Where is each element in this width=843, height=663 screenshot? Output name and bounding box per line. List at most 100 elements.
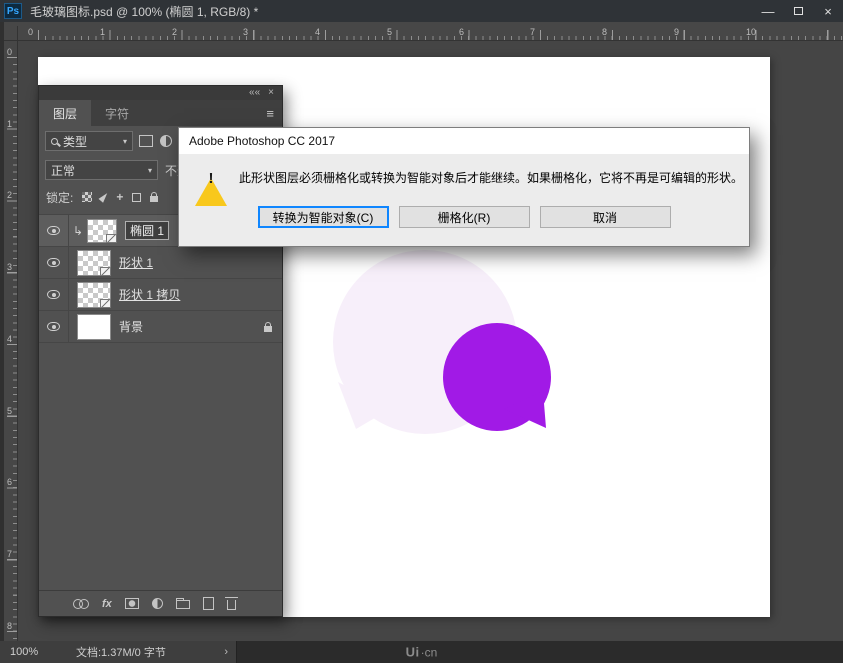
lock-transparent-pixels-icon[interactable] xyxy=(82,192,92,202)
lock-position-icon[interactable]: + xyxy=(116,192,123,202)
layer-thumbnail[interactable] xyxy=(77,282,111,308)
ruler-number: 4 xyxy=(7,334,12,344)
ruler-number: 0 xyxy=(7,47,12,57)
ruler-origin-box[interactable] xyxy=(4,26,18,41)
vertical-ruler[interactable]: 0 1 2 3 4 5 6 7 8 xyxy=(4,41,18,641)
ruler-number: 1 xyxy=(7,119,12,129)
new-group-icon[interactable] xyxy=(176,600,190,609)
close-button[interactable]: × xyxy=(813,0,843,22)
adjustment-layer-icon[interactable] xyxy=(152,598,163,609)
ruler-number: 0 xyxy=(28,27,33,37)
ruler-number: 5 xyxy=(387,27,392,37)
ruler-number: 7 xyxy=(7,549,12,559)
close-panel-icon[interactable]: × xyxy=(268,88,274,98)
delete-layer-icon[interactable] xyxy=(227,600,236,610)
layer-thumbnail[interactable] xyxy=(77,250,111,276)
ruler-number: 8 xyxy=(7,621,12,631)
dialog-body: ! 此形状图层必须栅格化或转换为智能对象后才能继续。如果栅格化，它将不再是可编辑… xyxy=(179,154,749,192)
cancel-button[interactable]: 取消 xyxy=(540,206,671,228)
new-layer-icon[interactable] xyxy=(203,597,214,610)
panel-bottom-bar: fx xyxy=(39,590,282,616)
ruler-number: 2 xyxy=(172,27,177,37)
document-size-info: 文档:1.37M/0 字节 xyxy=(76,644,166,660)
lock-image-pixels-icon[interactable] xyxy=(99,191,110,203)
minimize-button[interactable]: — xyxy=(753,0,783,22)
ruler-number: 9 xyxy=(674,27,679,37)
layer-name[interactable]: 形状 1 拷贝 xyxy=(119,286,180,303)
ruler-number: 7 xyxy=(530,27,535,37)
shape-layer-badge-icon xyxy=(100,267,111,276)
link-layers-icon[interactable] xyxy=(73,599,89,608)
layer-name[interactable]: 背景 xyxy=(119,318,143,335)
ruler-number: 2 xyxy=(7,190,12,200)
watermark-logo: Ui ·cn xyxy=(406,645,438,660)
collapse-panel-icon[interactable]: «« xyxy=(249,88,260,98)
lock-artboard-icon[interactable] xyxy=(132,193,141,202)
dialog-title-bar[interactable]: Adobe Photoshop CC 2017 xyxy=(179,128,749,154)
photoshop-window: Ps 毛玻璃图标.psd @ 100% (椭圆 1, RGB/8) * — × … xyxy=(0,0,843,663)
watermark-suffix: ·cn xyxy=(421,645,438,659)
rasterize-dialog: Adobe Photoshop CC 2017 ! 此形状图层必须栅格化或转换为… xyxy=(178,127,750,247)
search-icon xyxy=(51,138,58,145)
filter-type-dropdown[interactable]: 类型 ▾ xyxy=(45,131,133,151)
layer-row-shape-1[interactable]: 形状 1 xyxy=(39,247,282,279)
clipping-mask-arrow-icon: ↳ xyxy=(73,224,83,238)
ruler-number: 3 xyxy=(243,27,248,37)
layer-name[interactable]: 椭圆 1 xyxy=(125,221,169,240)
filter-adjustment-layers-icon[interactable] xyxy=(160,135,172,147)
visibility-cell[interactable] xyxy=(39,279,69,310)
dialog-buttons: 转换为智能对象(C) 栅格化(R) 取消 xyxy=(179,206,749,228)
ruler-number: 1 xyxy=(100,27,105,37)
layer-thumbnail[interactable] xyxy=(77,314,111,340)
title-bar[interactable]: Ps 毛玻璃图标.psd @ 100% (椭圆 1, RGB/8) * — × xyxy=(0,0,843,22)
blend-mode-dropdown[interactable]: 正常 ▾ xyxy=(45,160,158,180)
ruler-number: 10 xyxy=(746,27,756,37)
warning-icon: ! xyxy=(195,164,227,192)
window-controls: — × xyxy=(753,0,843,22)
visibility-cell[interactable] xyxy=(39,247,69,278)
eye-icon xyxy=(47,226,60,235)
status-chevron-icon[interactable]: › xyxy=(224,646,228,658)
ruler-ticks-major xyxy=(38,30,843,40)
tab-layers[interactable]: 图层 xyxy=(39,100,91,126)
layer-thumbnail[interactable] xyxy=(87,219,117,243)
ruler-number: 3 xyxy=(7,262,12,272)
warning-exclamation: ! xyxy=(195,170,227,187)
dialog-title: Adobe Photoshop CC 2017 xyxy=(189,134,335,148)
chevron-down-icon: ▾ xyxy=(123,137,127,146)
shape-layer-badge-icon xyxy=(106,234,117,243)
panel-menu-icon[interactable]: ≡ xyxy=(266,106,274,121)
ruler-number: 6 xyxy=(7,477,12,487)
status-bar: 100% 文档:1.37M/0 字节 › Ui ·cn xyxy=(0,641,843,663)
panel-top-bar: «« × xyxy=(39,86,282,100)
convert-to-smart-object-button[interactable]: 转换为智能对象(C) xyxy=(258,206,389,228)
ruler-number: 5 xyxy=(7,406,12,416)
add-layer-mask-icon[interactable] xyxy=(125,598,139,609)
filter-pixel-layers-icon[interactable] xyxy=(139,135,153,147)
layer-name[interactable]: 形状 1 xyxy=(119,254,153,271)
eye-icon xyxy=(47,258,60,267)
ruler-number: 4 xyxy=(315,27,320,37)
rasterize-button[interactable]: 栅格化(R) xyxy=(399,206,530,228)
background-lock-icon xyxy=(264,326,272,332)
watermark-brand: Ui xyxy=(406,645,420,660)
restore-button[interactable] xyxy=(783,0,813,22)
restore-icon xyxy=(794,7,803,15)
zoom-level[interactable]: 100% xyxy=(10,646,58,658)
chevron-down-icon: ▾ xyxy=(148,166,152,175)
ruler-number: 8 xyxy=(602,27,607,37)
blend-mode-value: 正常 xyxy=(51,162,75,179)
layer-style-fx-icon[interactable]: fx xyxy=(102,598,112,610)
filter-type-label: 类型 xyxy=(63,133,87,150)
visibility-cell[interactable] xyxy=(39,311,69,342)
lock-label: 锁定: xyxy=(46,189,73,206)
horizontal-ruler[interactable]: 0 1 2 3 4 5 6 7 8 9 10 xyxy=(18,26,843,41)
lock-all-icon[interactable] xyxy=(150,196,158,202)
tab-character[interactable]: 字符 xyxy=(91,100,143,126)
dialog-message: 此形状图层必须栅格化或转换为智能对象后才能继续。如果栅格化，它将不再是可编辑的形… xyxy=(239,164,743,188)
layer-row-background[interactable]: 背景 xyxy=(39,311,282,343)
visibility-cell[interactable] xyxy=(39,215,69,246)
photoshop-logo-icon: Ps xyxy=(4,3,22,19)
window-title: 毛玻璃图标.psd @ 100% (椭圆 1, RGB/8) * xyxy=(30,3,753,20)
layer-row-shape-1-copy[interactable]: 形状 1 拷贝 xyxy=(39,279,282,311)
